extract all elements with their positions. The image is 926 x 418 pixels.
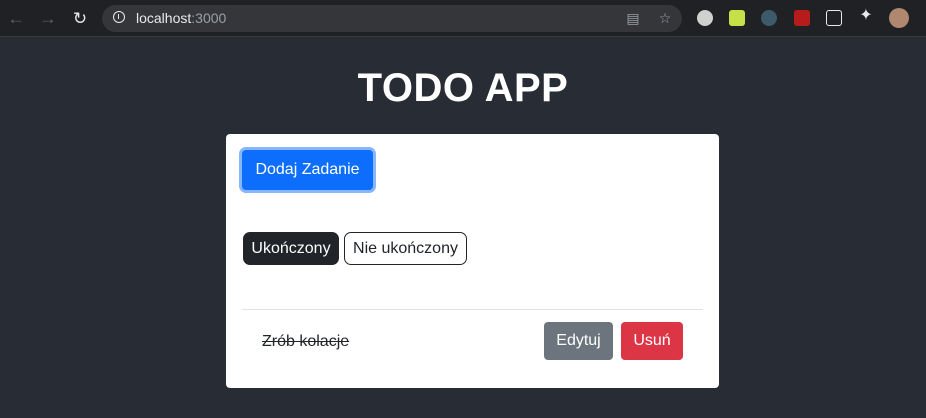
forward-button[interactable]: → [37,7,59,29]
delete-task-button[interactable]: Usuń [621,322,683,360]
reload-icon: ↻ [72,8,88,28]
filter-completed-button[interactable]: Ukończony [243,232,339,265]
arrow-right-icon: → [39,8,57,28]
extensions-puzzle-icon[interactable]: ✦ [858,8,874,24]
ublock-icon[interactable] [794,10,810,26]
address-bar[interactable]: localhost:3000 ▤ ☆ [102,5,682,32]
task-divider [242,309,703,310]
arrow-left-icon: ← [7,8,25,28]
filter-not-completed-button[interactable]: Nie ukończony [344,232,467,265]
url-text: localhost:3000 [136,10,226,26]
url-host: localhost [136,10,192,26]
add-task-button[interactable]: Dodaj Zadanie [242,150,373,190]
translate-icon[interactable]: ▤ [624,9,642,27]
back-button[interactable]: ← [5,7,27,29]
extension-icon-5[interactable] [826,10,842,26]
profile-avatar[interactable] [889,8,909,28]
extension-icon-2[interactable] [729,10,745,26]
page-title: TODO APP [357,66,569,110]
browser-toolbar: ← → ↻ localhost:3000 ▤ ☆ ✦ [0,0,926,37]
edit-task-button[interactable]: Edytuj [544,322,613,360]
extension-icon-1[interactable] [697,10,713,26]
url-port: :3000 [191,10,227,26]
bookmark-star-icon[interactable]: ☆ [656,9,674,27]
reload-button[interactable]: ↻ [69,7,91,29]
extension-icon-3[interactable] [761,10,777,26]
site-info-icon[interactable] [113,11,125,23]
task-text: Zrób kolacje [262,333,350,350]
